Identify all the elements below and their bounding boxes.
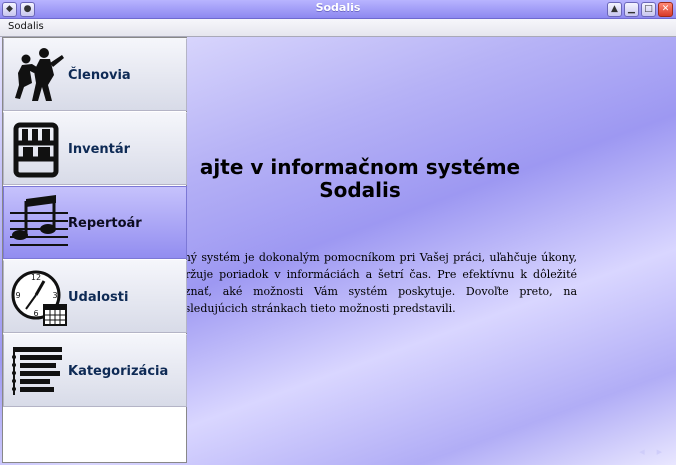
close-button[interactable]: ✕ xyxy=(658,2,673,17)
shelf-icon xyxy=(13,122,59,178)
sidebar-item-clenovia[interactable]: Členovia xyxy=(3,38,187,111)
clock-calendar-icon: 12 3 9 6 xyxy=(11,270,67,326)
sidebar-item-repertoar[interactable]: Repertoár xyxy=(3,186,187,259)
sidebar-item-kategorizacia[interactable]: Kategorizácia xyxy=(3,334,187,407)
minimize-button[interactable]: ▁ xyxy=(624,2,639,17)
sidebar-item-inventar[interactable]: Inventár xyxy=(3,112,187,185)
welcome-heading: ajte v informačnom systéme Sodalis xyxy=(175,156,545,202)
music-notes-icon xyxy=(10,195,68,246)
menu-sodalis[interactable]: Sodalis xyxy=(8,21,44,32)
dancers-icon xyxy=(15,48,64,101)
main-content: ajte v informačnom systéme Sodalis ačný … xyxy=(0,37,676,465)
svg-text:9: 9 xyxy=(15,291,20,300)
sidebar-item-label: Členovia xyxy=(68,68,131,83)
menu-bar: Sodalis xyxy=(0,19,676,37)
prev-page-icon[interactable]: ◀ xyxy=(639,448,644,456)
sidebar-item-label: Kategorizácia xyxy=(68,364,169,379)
svg-text:6: 6 xyxy=(33,309,38,318)
list-hierarchy-icon xyxy=(12,347,62,395)
side-menu: Členovia Inventár Repertoár 12 3 9 6 Uda… xyxy=(2,37,187,463)
sidebar-item-udalosti[interactable]: 12 3 9 6 Udalosti xyxy=(3,260,187,333)
welcome-heading-line1: ajte v informačnom systéme xyxy=(199,155,521,179)
shade-button[interactable]: ▲ xyxy=(607,2,622,17)
svg-text:12: 12 xyxy=(31,273,41,282)
svg-text:3: 3 xyxy=(52,291,57,300)
sidebar-item-label: Repertoár xyxy=(68,216,142,231)
sidebar-item-label: Udalosti xyxy=(68,290,129,305)
intro-paragraph: ačný systém je dokonalým pomocníkom pri … xyxy=(171,251,577,315)
sidebar-item-label: Inventár xyxy=(68,142,131,157)
window-title: Sodalis xyxy=(315,1,361,14)
welcome-heading-line2: Sodalis xyxy=(319,178,401,202)
next-page-icon[interactable]: ▶ xyxy=(657,448,662,456)
page-nav: ◀ ▶ xyxy=(639,448,662,456)
title-bar: ◆ ● Sodalis ▲ ▁ □ ✕ xyxy=(0,0,676,19)
maximize-button[interactable]: □ xyxy=(641,2,656,17)
